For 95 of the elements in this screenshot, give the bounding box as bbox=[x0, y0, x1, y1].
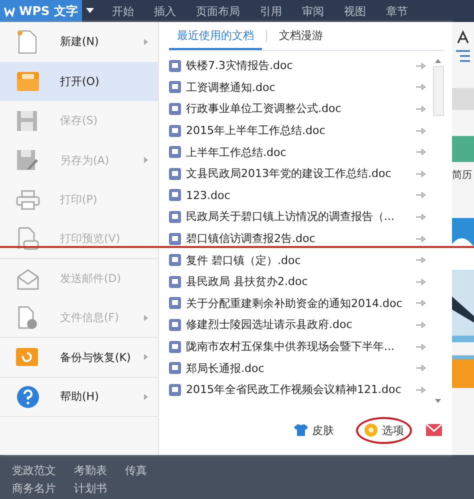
template-link[interactable]: 考勤表 bbox=[74, 462, 107, 478]
document-icon bbox=[169, 232, 181, 245]
recent-document-link[interactable]: 行政事业单位工资调整公式.doc bbox=[186, 101, 411, 116]
toolbar-strip bbox=[452, 88, 474, 110]
chevron-right-icon bbox=[144, 314, 148, 321]
recent-document-link[interactable]: 复件 碧口镇（定）.doc bbox=[186, 252, 411, 268]
document-icon bbox=[169, 60, 181, 72]
menu-item[interactable]: 新建(N) bbox=[0, 22, 158, 62]
ribbon-tab[interactable]: 开始 bbox=[102, 0, 144, 22]
pin-icon[interactable] bbox=[416, 126, 426, 135]
document-icon bbox=[169, 297, 181, 310]
recent-document-link[interactable]: 修建烈士陵园选址请示县政府.doc bbox=[186, 317, 411, 332]
document-icon bbox=[169, 276, 181, 288]
document-icon bbox=[16, 30, 38, 54]
recent-document-link[interactable]: 上半年工作总结.doc bbox=[186, 144, 411, 160]
menu-item[interactable]: 备份与恢复(K) bbox=[0, 338, 158, 378]
chevron-right-icon bbox=[144, 157, 148, 164]
app-menu-button[interactable]: WPS 文字 bbox=[0, 0, 82, 22]
font-size-icon bbox=[456, 30, 470, 44]
document-icon bbox=[169, 146, 181, 158]
caret-icon[interactable] bbox=[86, 8, 94, 14]
restore-icon bbox=[16, 346, 38, 368]
scroll-thumb[interactable] bbox=[432, 66, 444, 116]
recent-document-link[interactable]: 郑局长通报.doc bbox=[186, 360, 411, 376]
recent-document-link[interactable]: 陇南市农村五保集中供养现场会暨下半年... bbox=[186, 339, 411, 354]
pin-icon[interactable] bbox=[416, 148, 426, 156]
document-icon bbox=[169, 384, 181, 396]
banner-strip bbox=[452, 136, 474, 162]
document-icon bbox=[169, 124, 181, 137]
document-icon bbox=[169, 340, 181, 353]
menu-item[interactable]: 打开(O) bbox=[0, 62, 158, 101]
template-label: 简历 bbox=[452, 169, 472, 182]
document-icon bbox=[169, 102, 181, 115]
floppy-disk-pencil-icon bbox=[16, 149, 38, 172]
pin-icon[interactable] bbox=[416, 320, 426, 329]
help-icon bbox=[16, 384, 40, 409]
shirt-icon bbox=[294, 424, 308, 436]
template-link[interactable]: 计划书 bbox=[74, 480, 107, 496]
chevron-right-icon bbox=[144, 354, 148, 360]
scroll-up-icon[interactable] bbox=[435, 59, 441, 63]
options-button[interactable]: 选项 bbox=[356, 416, 412, 444]
pin-icon[interactable] bbox=[416, 212, 426, 221]
pin-icon[interactable] bbox=[416, 104, 426, 113]
template-link[interactable]: 商务名片 bbox=[12, 480, 56, 496]
recent-document-link[interactable]: 2015年全省民政工作视频会议精神121.doc bbox=[186, 382, 411, 398]
recent-document-link[interactable]: 文县民政局2013年党的建设工作总结.doc bbox=[186, 166, 411, 182]
pin-icon[interactable] bbox=[416, 170, 426, 178]
document-icon bbox=[169, 210, 181, 223]
pin-icon[interactable] bbox=[416, 83, 426, 92]
pin-icon[interactable] bbox=[416, 256, 426, 264]
envelope-icon[interactable] bbox=[426, 424, 442, 436]
envelope-icon bbox=[16, 268, 40, 290]
document-icon bbox=[169, 318, 181, 331]
recent-document-link[interactable]: 铁楼7.3灾情报告.doc bbox=[186, 58, 411, 74]
recent-document-link[interactable]: 县民政局 县扶贫办2.doc bbox=[186, 274, 411, 290]
document-icon bbox=[169, 189, 181, 202]
pin-icon[interactable] bbox=[416, 278, 426, 286]
chevron-right-icon bbox=[144, 394, 148, 400]
recent-document-link[interactable]: 123.doc bbox=[186, 188, 411, 202]
document-icon bbox=[169, 254, 181, 266]
pin-icon[interactable] bbox=[416, 62, 426, 70]
file-info-icon bbox=[16, 306, 38, 330]
menu-item[interactable]: 帮助(H) bbox=[0, 378, 158, 417]
recent-document-link[interactable]: 关于分配重建剩余补助资金的通知2014.doc bbox=[186, 296, 411, 311]
tab[interactable]: 最近使用的文档 bbox=[169, 22, 262, 50]
pin-icon[interactable] bbox=[416, 364, 426, 372]
recent-document-link[interactable]: 工资调整通知.doc bbox=[186, 80, 411, 95]
document-icon bbox=[169, 81, 181, 94]
recent-document-link[interactable]: 碧口镇信访调查报2告.doc bbox=[186, 231, 411, 246]
folder-icon bbox=[16, 70, 40, 92]
settings-icon bbox=[364, 423, 378, 437]
document-icon bbox=[169, 362, 181, 374]
pin-icon[interactable] bbox=[416, 342, 426, 351]
ribbon-tab[interactable]: 引用 bbox=[250, 0, 292, 22]
pin-icon[interactable] bbox=[416, 234, 426, 243]
ribbon-tab[interactable]: 页面布局 bbox=[186, 0, 250, 22]
pin-icon[interactable] bbox=[416, 386, 426, 394]
pin-icon[interactable] bbox=[416, 299, 426, 308]
printer-icon bbox=[16, 190, 40, 210]
template-link[interactable]: 党政范文 bbox=[12, 462, 56, 478]
template-link[interactable]: 传真 bbox=[125, 462, 147, 478]
ribbon-tab[interactable]: 审阅 bbox=[292, 0, 334, 22]
pin-icon[interactable] bbox=[416, 191, 426, 200]
scroll-down-icon[interactable] bbox=[435, 399, 441, 403]
ribbon-tab[interactable]: 视图 bbox=[334, 0, 376, 22]
recent-document-link[interactable]: 2015年上半年工作总结.doc bbox=[186, 123, 411, 138]
ribbon-tab[interactable]: 插入 bbox=[144, 0, 186, 22]
chevron-right-icon bbox=[144, 38, 148, 45]
ribbon-tab[interactable]: 章节 bbox=[376, 0, 418, 22]
logo-icon bbox=[4, 6, 15, 16]
recent-document-link[interactable]: 民政局关于碧口镇上访情况的调查报告（... bbox=[186, 209, 411, 224]
document-icon bbox=[169, 168, 181, 180]
skin-button[interactable]: 皮肤 bbox=[286, 416, 342, 444]
list-icon bbox=[456, 50, 470, 62]
tab[interactable]: 文档漫游 bbox=[271, 22, 331, 50]
